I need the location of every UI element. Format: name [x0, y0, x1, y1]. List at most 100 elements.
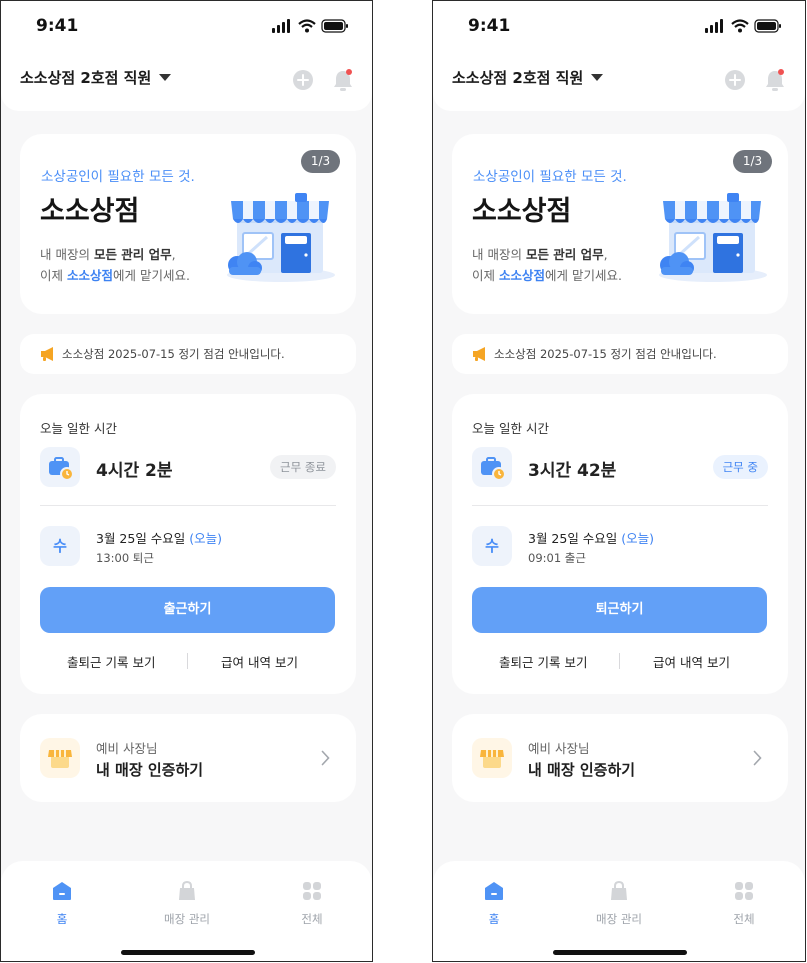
store-name: 소소상점 2호점 직원 — [452, 69, 584, 87]
home-indicator — [553, 950, 687, 955]
status-icons — [272, 19, 348, 33]
notice-text: 소소상점 2025-07-15 정기 점검 안내입니다. — [62, 347, 285, 361]
plus-circle-icon[interactable] — [292, 69, 314, 91]
phone-screen-off-duty: 9:41 소소상점 2호점 직원 소상공인이 필요한 모든 것. 소소상점 내 … — [0, 0, 373, 962]
time-record: 09:01 출근 — [528, 551, 586, 565]
shopping-bag-icon — [611, 881, 627, 900]
pay-history-link[interactable]: 급여 내역 보기 — [221, 652, 298, 671]
banner-description: 내 매장의 모든 관리 업무, 이제 소소상점에게 맡기세요. — [40, 244, 190, 286]
tab-label: 홈 — [488, 912, 500, 926]
status-icons — [705, 19, 781, 33]
bell-icon[interactable] — [331, 67, 355, 93]
banner-desc-text: 내 매장의 — [40, 247, 94, 262]
promo-banner[interactable]: 소상공인이 필요한 모든 것. 소소상점 내 매장의 모든 관리 업무, 이제 … — [20, 134, 356, 314]
home-icon — [485, 882, 503, 900]
tab-label: 전체 — [301, 912, 323, 926]
home-indicator — [121, 950, 255, 955]
plus-circle-icon[interactable] — [724, 69, 746, 91]
store-selector[interactable]: 소소상점 2호점 직원 — [452, 67, 604, 88]
top-header: 9:41 소소상점 2호점 직원 — [1, 1, 372, 111]
phone-screen-on-duty: 9:41 소소상점 2호점 직원 소상공인이 필요한 모든 것. 소소상점 내 … — [432, 0, 806, 962]
clock-out-button[interactable]: 퇴근하기 — [472, 587, 767, 633]
megaphone-icon — [473, 347, 485, 361]
tab-store-management[interactable]: 매장 관리 — [574, 881, 664, 927]
store-awning-icon — [40, 738, 80, 778]
chevron-right-icon — [753, 750, 762, 766]
notice-text: 소소상점 2025-07-15 정기 점검 안내입니다. — [494, 347, 717, 361]
bottom-tab-bar: 홈 매장 관리 전체 — [433, 861, 805, 961]
time-record: 13:00 퇴근 — [96, 551, 154, 565]
today-label: (오늘) — [189, 531, 223, 546]
banner-page-indicator: 1/3 — [733, 150, 772, 173]
notice-bar[interactable]: 소소상점 2025-07-15 정기 점검 안내입니다. — [452, 334, 788, 374]
banner-desc-text: , — [171, 247, 176, 262]
link-separator — [187, 653, 188, 669]
owner-verify-card[interactable]: 예비 사장님 내 매장 인증하기 — [20, 714, 356, 802]
store-selector[interactable]: 소소상점 2호점 직원 — [20, 67, 172, 88]
store-awning-icon — [472, 738, 512, 778]
home-icon — [53, 882, 71, 900]
day-of-week-badge: 수 — [472, 526, 512, 566]
shopping-bag-icon — [179, 881, 195, 900]
divider — [40, 505, 336, 506]
work-time-card: 오늘 일한 시간 4시간 2분 근무 종료 수 3월 25일 수요일 (오늘) … — [20, 394, 356, 694]
grid-icon — [303, 882, 321, 900]
grid-icon — [735, 882, 753, 900]
work-duration: 4시간 2분 — [96, 461, 173, 481]
owner-verify-card[interactable]: 예비 사장님 내 매장 인증하기 — [452, 714, 788, 802]
tab-all[interactable]: 전체 — [699, 881, 789, 927]
banner-desc-text: 내 매장의 — [472, 247, 526, 262]
banner-desc-text: 이제 — [40, 268, 67, 283]
promo-banner[interactable]: 소상공인이 필요한 모든 것. 소소상점 내 매장의 모든 관리 업무, 이제 … — [452, 134, 788, 314]
work-status-badge: 근무 중 — [712, 455, 768, 479]
chevron-right-icon — [321, 750, 330, 766]
attendance-history-link[interactable]: 출퇴근 기록 보기 — [67, 652, 155, 671]
attendance-history-link[interactable]: 출퇴근 기록 보기 — [499, 652, 587, 671]
tab-store-management[interactable]: 매장 관리 — [142, 881, 232, 927]
banner-subtitle: 소상공인이 필요한 모든 것. — [41, 169, 195, 185]
banner-subtitle: 소상공인이 필요한 모든 것. — [473, 169, 627, 185]
banner-desc-text: 에게 맡기세요. — [545, 268, 622, 283]
clock-in-button[interactable]: 출근하기 — [40, 587, 335, 633]
tab-label: 전체 — [733, 912, 755, 926]
pay-history-link[interactable]: 급여 내역 보기 — [653, 652, 730, 671]
work-status-badge: 근무 종료 — [270, 455, 336, 479]
work-time-card: 오늘 일한 시간 3시간 42분 근무 중 수 3월 25일 수요일 (오늘) … — [452, 394, 788, 694]
store-illustration-icon — [227, 193, 335, 282]
tab-home[interactable]: 홈 — [17, 881, 107, 927]
owner-subtitle: 예비 사장님 — [96, 741, 158, 756]
owner-subtitle: 예비 사장님 — [528, 741, 590, 756]
owner-title: 내 매장 인증하기 — [528, 761, 636, 779]
tab-all[interactable]: 전체 — [267, 881, 357, 927]
banner-desc-text: , — [603, 247, 608, 262]
today-label: (오늘) — [621, 531, 655, 546]
work-time-label: 오늘 일한 시간 — [40, 421, 117, 436]
bottom-tab-bar: 홈 매장 관리 전체 — [1, 861, 372, 961]
store-illustration-icon — [659, 193, 767, 282]
banner-desc-highlight: 소소상점 — [498, 268, 545, 283]
notice-bar[interactable]: 소소상점 2025-07-15 정기 점검 안내입니다. — [20, 334, 356, 374]
tab-home[interactable]: 홈 — [449, 881, 539, 927]
tab-label: 홈 — [56, 912, 68, 926]
chevron-down-icon — [591, 74, 604, 81]
tab-label: 매장 관리 — [164, 912, 210, 926]
status-time: 9:41 — [36, 16, 79, 36]
work-time-label: 오늘 일한 시간 — [472, 421, 549, 436]
store-name: 소소상점 2호점 직원 — [20, 69, 152, 87]
date-text: 3월 25일 수요일 — [96, 531, 186, 546]
top-header: 9:41 소소상점 2호점 직원 — [433, 1, 805, 111]
chevron-down-icon — [159, 74, 172, 81]
divider — [472, 505, 768, 506]
link-separator — [619, 653, 620, 669]
banner-page-indicator: 1/3 — [301, 150, 340, 173]
megaphone-icon — [41, 347, 53, 361]
tab-label: 매장 관리 — [596, 912, 642, 926]
briefcase-clock-icon — [40, 447, 80, 487]
work-date: 3월 25일 수요일 (오늘) — [528, 528, 654, 547]
banner-title: 소소상점 — [40, 196, 140, 227]
banner-desc-text: 에게 맡기세요. — [113, 268, 190, 283]
banner-desc-highlight: 소소상점 — [66, 268, 113, 283]
banner-desc-bold: 모든 관리 업무 — [525, 247, 604, 262]
bell-icon[interactable] — [763, 67, 787, 93]
briefcase-clock-icon — [472, 447, 512, 487]
